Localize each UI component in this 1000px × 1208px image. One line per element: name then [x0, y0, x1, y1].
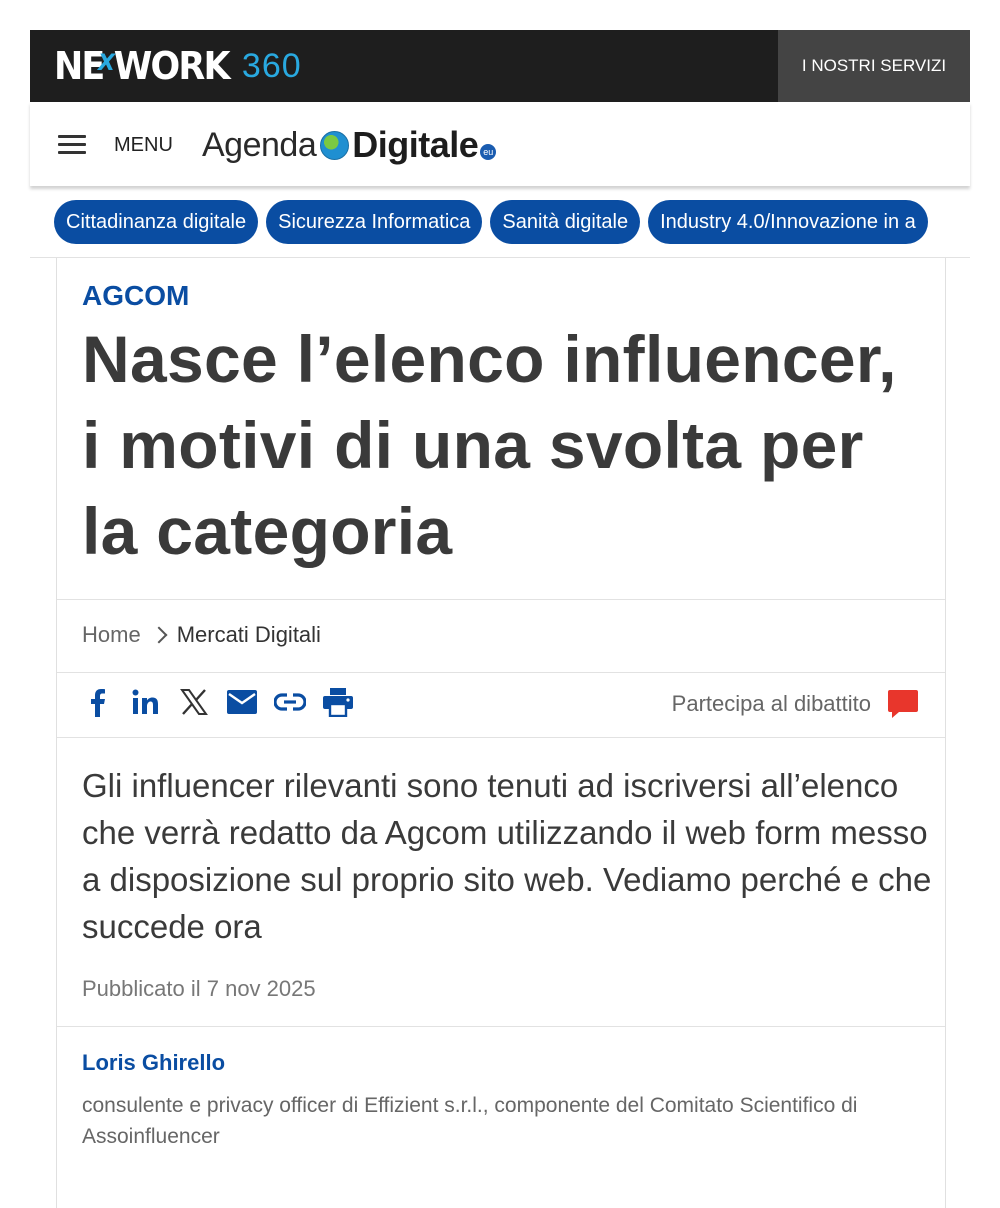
network360-bar: NE WORK X 360 I NOSTRI SERVIZI	[30, 30, 970, 102]
print-icon[interactable]	[322, 686, 354, 718]
network-logo-number: 360	[241, 47, 302, 85]
article-card: AGCOM Nasce l’elenco influencer, i motiv…	[56, 258, 946, 1208]
logo-agenda-text: Agenda	[202, 125, 317, 164]
network360-logo[interactable]: NE WORK X 360	[54, 44, 302, 88]
chevron-right-icon	[150, 626, 168, 644]
hamburger-menu-icon[interactable]	[58, 135, 86, 155]
link-icon[interactable]	[274, 686, 306, 718]
article-kicker[interactable]: AGCOM	[82, 280, 189, 312]
our-services-button[interactable]: I NOSTRI SERVIZI	[778, 30, 970, 102]
divider	[57, 599, 945, 600]
logo-eu-badge: eu	[480, 144, 497, 160]
logo-digitale-text: Digitale	[352, 124, 479, 165]
category-industry-40[interactable]: Industry 4.0/Innovazione in a	[648, 200, 928, 244]
breadcrumb: Home Mercati Digitali	[82, 622, 321, 648]
agenda-digitale-logo[interactable]: Agenda Digitale eu	[202, 120, 497, 170]
category-cittadinanza-digitale[interactable]: Cittadinanza digitale	[54, 200, 259, 244]
facebook-icon[interactable]	[82, 686, 114, 718]
category-fade	[946, 200, 970, 244]
share-bar	[82, 686, 370, 718]
breadcrumb-home[interactable]: Home	[82, 622, 141, 648]
divider	[57, 672, 945, 673]
network-logo-word: NE WORK	[54, 44, 231, 88]
email-icon[interactable]	[226, 686, 258, 718]
category-nav: Cittadinanza digitale Sicurezza Informati…	[54, 200, 970, 244]
globe-icon	[320, 130, 350, 160]
category-sicurezza-informatica[interactable]: Sicurezza Informatica	[266, 200, 483, 244]
site-header: MENU Agenda Digitale eu	[30, 102, 970, 186]
linkedin-icon[interactable]	[130, 686, 162, 718]
menu-button[interactable]: MENU	[114, 134, 173, 157]
publish-date: Pubblicato il 7 nov 2025	[82, 976, 316, 1001]
author-name[interactable]: Loris Ghirello	[82, 1050, 225, 1076]
network-logo-x: X	[98, 51, 115, 76]
divider	[57, 737, 945, 738]
join-debate-button[interactable]: Partecipa al dibattito	[672, 688, 919, 720]
article-title: Nasce l’elenco influencer, i motivi di u…	[82, 322, 897, 568]
join-debate-label: Partecipa al dibattito	[671, 691, 871, 716]
article-summary: Gli influencer rilevanti sono tenuti ad …	[82, 767, 932, 945]
author-role: consulente e privacy officer di Effizien…	[82, 1094, 858, 1148]
category-sanita-digitale[interactable]: Sanità digitale	[490, 200, 641, 244]
x-icon[interactable]	[178, 686, 210, 718]
comment-icon	[888, 690, 918, 718]
breadcrumb-current[interactable]: Mercati Digitali	[177, 622, 321, 648]
divider	[57, 1026, 945, 1027]
